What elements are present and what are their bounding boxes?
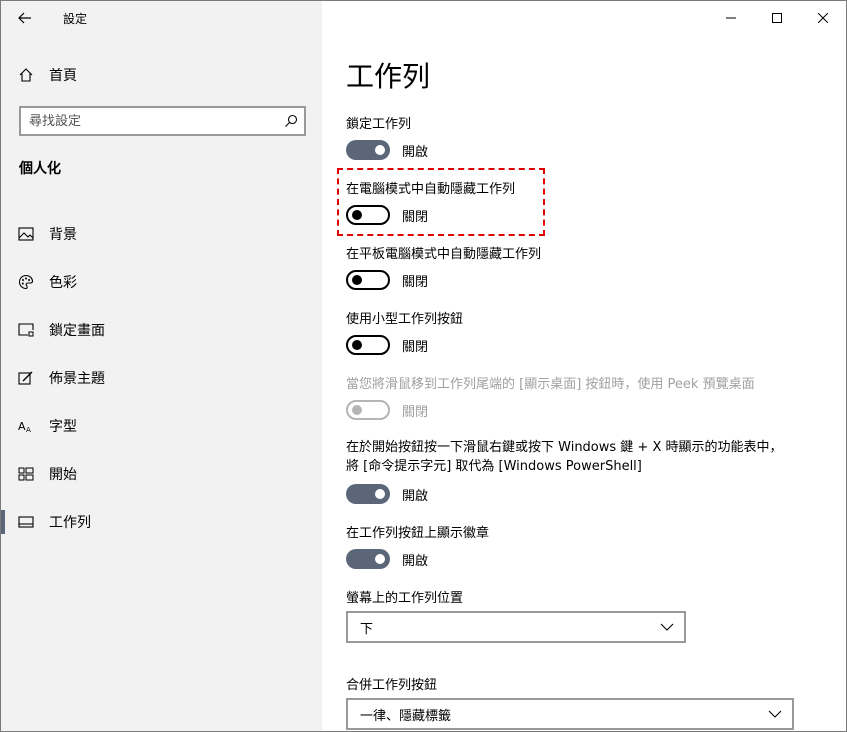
sidebar: 設定 首頁 個人化 背景: [1, 1, 322, 731]
toggle-knob: [375, 489, 385, 499]
toggle-knob: [375, 145, 385, 155]
setting-label-auto-hide-desktop: 在電腦模式中自動隱藏工作列: [346, 182, 516, 197]
toggle-badges[interactable]: 開啟: [346, 549, 428, 569]
dropdown-value: 下: [360, 621, 374, 637]
toggle-switch[interactable]: [346, 484, 390, 504]
sidebar-item-colors[interactable]: 色彩: [1, 258, 322, 306]
sidebar-item-lock-screen[interactable]: 鎖定畫面: [1, 306, 322, 354]
svg-text:A: A: [18, 420, 26, 433]
toggle-powershell[interactable]: 開啟: [346, 484, 428, 504]
back-arrow-icon: [18, 12, 31, 24]
sidebar-item-label: 字型: [49, 419, 77, 435]
lock-screen-icon: [17, 321, 35, 339]
toggle-state-text: 關閉: [402, 339, 429, 355]
toggle-state-text: 關閉: [402, 404, 429, 420]
toggle-state-text: 開啟: [402, 553, 429, 569]
minimize-icon: [726, 17, 736, 19]
setting-label-lock-taskbar: 鎖定工作列: [346, 117, 412, 132]
sidebar-item-label: 背景: [49, 227, 77, 243]
maximize-icon: [772, 13, 782, 23]
toggle-knob: [375, 554, 385, 564]
setting-label-badges: 在工作列按鈕上顯示徽章: [346, 526, 490, 541]
sidebar-item-background[interactable]: 背景: [1, 210, 322, 258]
sidebar-item-label: 首頁: [49, 68, 77, 84]
setting-label-powershell: 在於開始按鈕按一下滑鼠右鍵或按下 Windows 鍵 + X 時顯示的功能表中，…: [346, 440, 783, 474]
close-button[interactable]: [800, 1, 846, 35]
toggle-knob: [352, 340, 362, 350]
search-input[interactable]: [21, 113, 278, 129]
minimize-button[interactable]: [708, 1, 754, 35]
sidebar-item-label: 開始: [49, 467, 77, 483]
toggle-switch: [346, 400, 390, 420]
dropdown-value: 一律、隱藏標籤: [360, 708, 452, 724]
sidebar-item-label: 工作列: [49, 515, 91, 531]
sidebar-nav: 背景 色彩 鎖定畫面 佈景主題 A A 字型 開始 工作列: [1, 210, 322, 546]
title-bar-left: 設定: [1, 1, 322, 35]
toggle-switch[interactable]: [346, 335, 390, 355]
palette-icon: [17, 273, 35, 291]
start-grid-icon: [17, 465, 35, 483]
sidebar-item-home[interactable]: 首頁: [1, 59, 322, 91]
font-icon: AA: [17, 417, 35, 435]
toggle-switch[interactable]: [346, 205, 390, 225]
sidebar-item-label: 佈景主題: [49, 371, 105, 387]
section-title: 個人化: [19, 161, 61, 177]
window-controls: [708, 1, 846, 35]
toggle-small-buttons[interactable]: 關閉: [346, 335, 428, 355]
close-icon: [818, 13, 828, 23]
toggle-state-text: 關閉: [402, 209, 429, 225]
toggle-knob: [352, 405, 362, 415]
toggle-switch[interactable]: [346, 140, 390, 160]
setting-label-small-buttons: 使用小型工作列按鈕: [346, 312, 464, 327]
toggle-auto-hide-desktop[interactable]: 關閉: [346, 205, 428, 225]
toggle-state-text: 開啟: [402, 144, 429, 160]
theme-brush-icon: [17, 369, 35, 387]
toggle-peek: 關閉: [346, 400, 428, 420]
search-icon[interactable]: [278, 108, 304, 134]
svg-text:A: A: [26, 426, 31, 433]
chevron-down-icon: [660, 623, 674, 631]
toggle-knob: [352, 275, 362, 285]
sidebar-item-label: 色彩: [49, 275, 77, 291]
sidebar-item-start[interactable]: 開始: [1, 450, 322, 498]
toggle-state-text: 開啟: [402, 488, 429, 504]
picture-icon: [17, 225, 35, 243]
toggle-knob: [352, 210, 362, 220]
setting-label-peek: 當您將滑鼠移到工作列尾端的 [顯示桌面] 按鈕時，使用 Peek 預覽桌面: [346, 377, 755, 392]
setting-label-auto-hide-tablet: 在平板電腦模式中自動隱藏工作列: [346, 247, 542, 262]
toggle-lock-taskbar[interactable]: 開啟: [346, 140, 428, 160]
app-title: 設定: [63, 11, 88, 26]
maximize-button[interactable]: [754, 1, 800, 35]
settings-window: 設定 首頁 個人化 背景: [0, 0, 847, 732]
home-icon: [17, 66, 35, 84]
setting-label-taskbar-position: 螢幕上的工作列位置: [346, 591, 464, 606]
taskbar-icon: [17, 513, 35, 531]
back-button[interactable]: [1, 1, 49, 35]
search-box: [19, 106, 306, 136]
page-title: 工作列: [346, 60, 431, 93]
sidebar-item-fonts[interactable]: AA 字型: [1, 402, 322, 450]
toggle-switch[interactable]: [346, 549, 390, 569]
combine-buttons-dropdown[interactable]: 一律、隱藏標籤: [346, 698, 794, 730]
taskbar-position-dropdown[interactable]: 下: [346, 611, 686, 643]
toggle-state-text: 關閉: [402, 274, 429, 290]
chevron-down-icon: [768, 710, 782, 718]
toggle-switch[interactable]: [346, 270, 390, 290]
sidebar-item-taskbar[interactable]: 工作列: [1, 498, 322, 546]
sidebar-item-label: 鎖定畫面: [49, 323, 105, 339]
toggle-auto-hide-tablet[interactable]: 關閉: [346, 270, 428, 290]
sidebar-item-themes[interactable]: 佈景主題: [1, 354, 322, 402]
setting-label-combine-buttons: 合併工作列按鈕: [346, 678, 438, 693]
